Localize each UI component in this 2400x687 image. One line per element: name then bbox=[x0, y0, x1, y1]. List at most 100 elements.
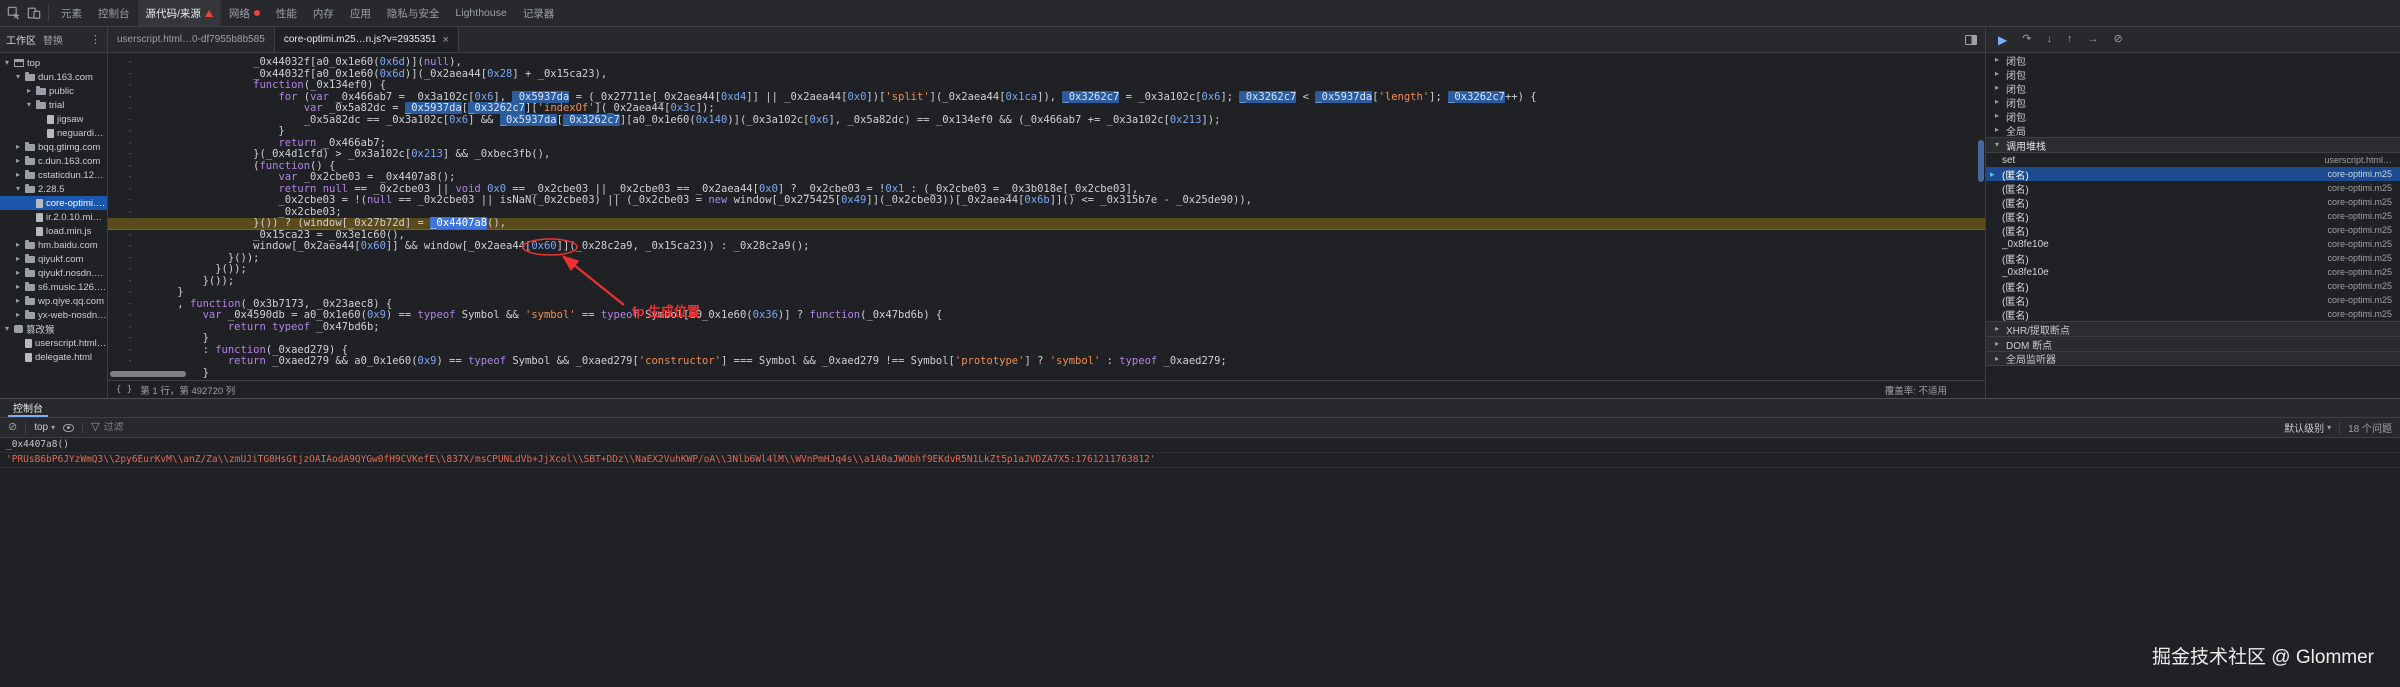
top-tab[interactable]: 元素 bbox=[53, 0, 90, 26]
breakpoint-gutter[interactable]: - bbox=[108, 218, 152, 230]
resume-button[interactable]: ▶ bbox=[1998, 34, 2007, 46]
top-tab[interactable]: Lighthouse bbox=[447, 0, 514, 26]
call-stack-frame[interactable]: (匿名) core-optimi.m25 bbox=[1986, 223, 2400, 238]
top-tab[interactable]: 内存 bbox=[305, 0, 342, 26]
top-tab[interactable]: 源代码/来源 bbox=[137, 0, 221, 26]
tree-item[interactable]: ▸ bqq.gtimg.com bbox=[0, 140, 107, 154]
tree-item[interactable]: jigsaw bbox=[0, 112, 107, 126]
call-stack-frame[interactable]: (匿名) core-optimi.m25 bbox=[1986, 209, 2400, 224]
breakpoint-gutter[interactable]: - bbox=[108, 195, 152, 207]
tree-item[interactable]: ▾ 篡改猴 bbox=[0, 322, 107, 337]
breakpoint-gutter[interactable]: - bbox=[108, 230, 152, 242]
editor-tab[interactable]: userscript.html…0-df7955b8b585 bbox=[108, 27, 275, 52]
tree-item[interactable]: ▾ 2.28.5 bbox=[0, 182, 107, 196]
call-stack-frame[interactable]: set userscript.html… bbox=[1986, 153, 2400, 167]
breakpoint-gutter[interactable]: - bbox=[108, 149, 152, 161]
breakpoint-gutter[interactable]: - bbox=[108, 287, 152, 299]
tree-item[interactable]: delegate.html bbox=[0, 350, 107, 364]
breakpoint-gutter[interactable]: - bbox=[108, 69, 152, 81]
tree-item[interactable]: ▸ s6.music.126.net bbox=[0, 280, 107, 294]
tree-item[interactable]: core-optimi.m2… bbox=[0, 196, 107, 210]
breakpoint-gutter[interactable]: - bbox=[108, 57, 152, 69]
tree-item[interactable]: ▸ public bbox=[0, 84, 107, 98]
breakpoint-gutter[interactable]: - bbox=[108, 310, 152, 322]
breakpoint-gutter[interactable]: - bbox=[108, 172, 152, 184]
top-tab[interactable]: 应用 bbox=[342, 0, 379, 26]
tree-item[interactable]: ▸ cstaticdun.126.net bbox=[0, 168, 107, 182]
console-filter-input[interactable] bbox=[103, 422, 324, 433]
editor-horizontal-scrollbar[interactable] bbox=[110, 371, 200, 377]
tree-item[interactable]: ▸ qiyukf.nosdn.127.net bbox=[0, 266, 107, 280]
tree-item[interactable]: neguardian.umd.1… bbox=[0, 126, 107, 140]
deactivate-breakpoints-button[interactable]: ⊘ bbox=[2113, 34, 2122, 45]
breakpoint-gutter[interactable]: - bbox=[108, 241, 152, 253]
step-out-button[interactable]: ↑ bbox=[2067, 34, 2073, 45]
breakpoint-gutter[interactable]: - bbox=[108, 345, 152, 357]
scrollbar-thumb[interactable] bbox=[110, 371, 186, 377]
breakpoint-gutter[interactable]: - bbox=[108, 103, 152, 115]
tree-item[interactable]: ▾ top bbox=[0, 56, 107, 70]
issues-counter[interactable]: 18 个问题 bbox=[2348, 420, 2392, 435]
top-tab[interactable]: 记录器 bbox=[515, 0, 563, 26]
breakpoint-gutter[interactable]: - bbox=[108, 264, 152, 276]
overflow-menu-icon[interactable]: ⋮ bbox=[90, 33, 101, 46]
breakpoint-gutter[interactable]: - bbox=[108, 126, 152, 138]
call-stack-frame[interactable]: (匿名) core-optimi.m25 bbox=[1986, 181, 2400, 196]
tree-item[interactable]: ir.2.0.10.min.js?v=… bbox=[0, 210, 107, 224]
close-icon[interactable]: × bbox=[442, 34, 448, 46]
breakpoint-gutter[interactable]: - bbox=[108, 184, 152, 196]
top-tab[interactable]: 隐私与安全 bbox=[379, 0, 448, 26]
log-level-selector[interactable]: 默认级别 ▾ bbox=[2284, 420, 2331, 435]
editor-vertical-scrollbar[interactable] bbox=[1978, 55, 1984, 375]
pretty-print-icon[interactable]: { } bbox=[116, 385, 132, 395]
tree-item[interactable]: ▾ trial bbox=[0, 98, 107, 112]
call-stack-frame[interactable]: (匿名) core-optimi.m25 bbox=[1986, 195, 2400, 210]
call-stack-frame[interactable]: (匿名) core-optimi.m25 bbox=[1986, 251, 2400, 266]
breakpoint-gutter[interactable]: - bbox=[108, 356, 152, 368]
breakpoint-section[interactable]: ▸ XHR/提取断点 bbox=[1986, 321, 2400, 337]
breakpoint-gutter[interactable]: - bbox=[108, 207, 152, 219]
editor-tab[interactable]: core-optimi.m25…n.js?v=2935351 × bbox=[274, 27, 459, 52]
call-stack-header[interactable]: ▾ 调用堆栈 bbox=[1986, 137, 2400, 153]
tree-item[interactable]: ▸ qiyukf.com bbox=[0, 252, 107, 266]
tab-console[interactable]: 控制台 bbox=[8, 399, 48, 417]
tree-item[interactable]: load.min.js bbox=[0, 224, 107, 238]
top-tab[interactable]: 控制台 bbox=[90, 0, 138, 26]
call-stack-frame[interactable]: (匿名) core-optimi.m25 bbox=[1986, 307, 2400, 322]
step-over-button[interactable]: ↷ bbox=[2022, 34, 2031, 45]
clear-console-icon[interactable]: ⊘ bbox=[8, 422, 17, 433]
device-toolbar-icon[interactable] bbox=[24, 3, 44, 23]
navigator-tab-workspace[interactable]: 工作区 bbox=[6, 32, 36, 47]
breakpoint-gutter[interactable]: - bbox=[108, 138, 152, 150]
tree-item[interactable]: ▸ yx-web-nosdn.nete… bbox=[0, 308, 107, 322]
scope-row[interactable]: ▸ 闭包 bbox=[1986, 67, 2400, 82]
breakpoint-gutter[interactable]: - bbox=[108, 276, 152, 288]
breakpoint-gutter[interactable]: - bbox=[108, 161, 152, 173]
navigator-tab-overrides[interactable]: 替换 bbox=[43, 32, 63, 47]
breakpoint-gutter[interactable]: - bbox=[108, 253, 152, 265]
call-stack-frame[interactable]: _0x8fe10e core-optimi.m25 bbox=[1986, 237, 2400, 251]
step-into-button[interactable]: ↓ bbox=[2046, 34, 2052, 45]
tree-item[interactable]: ▸ c.dun.163.com bbox=[0, 154, 107, 168]
step-button[interactable]: → bbox=[2087, 34, 2098, 45]
top-tab[interactable]: 网络 bbox=[221, 0, 268, 26]
call-stack-frame[interactable]: _0x8fe10e core-optimi.m25 bbox=[1986, 265, 2400, 279]
call-stack-frame[interactable]: ▸ (匿名) core-optimi.m25 bbox=[1986, 167, 2400, 182]
scope-row[interactable]: ▸ 闭包 bbox=[1986, 95, 2400, 110]
tree-item[interactable]: ▸ hm.baidu.com bbox=[0, 238, 107, 252]
scope-row[interactable]: ▸ 闭包 bbox=[1986, 53, 2400, 68]
tree-item[interactable]: ▾ dun.163.com bbox=[0, 70, 107, 84]
breakpoint-section[interactable]: ▸ 全局监听器 bbox=[1986, 351, 2400, 366]
breakpoint-gutter[interactable]: - bbox=[108, 299, 152, 311]
toggle-panel-icon[interactable] bbox=[1965, 34, 1977, 45]
scope-row[interactable]: ▸ 闭包 bbox=[1986, 109, 2400, 124]
context-selector[interactable]: top ▾ bbox=[34, 422, 55, 433]
inspect-element-icon[interactable] bbox=[4, 3, 24, 23]
top-tab[interactable]: 性能 bbox=[268, 0, 305, 26]
call-stack-frame[interactable]: (匿名) core-optimi.m25 bbox=[1986, 279, 2400, 294]
breakpoint-gutter[interactable]: - bbox=[108, 80, 152, 92]
breakpoint-gutter[interactable]: - bbox=[108, 115, 152, 127]
tree-item[interactable]: userscript.html?n… bbox=[0, 336, 107, 350]
breakpoint-gutter[interactable]: - bbox=[108, 92, 152, 104]
scope-row[interactable]: ▸ 闭包 bbox=[1986, 81, 2400, 96]
